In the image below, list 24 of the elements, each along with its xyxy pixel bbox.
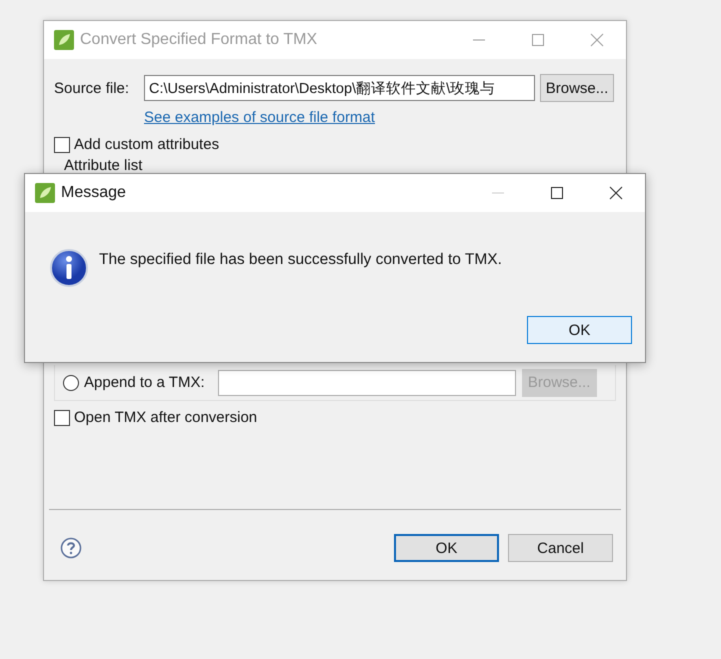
- leaf-icon: [35, 183, 55, 203]
- radio-label: Append to a TMX:: [84, 374, 205, 391]
- help-icon[interactable]: [60, 537, 82, 559]
- maximize-icon[interactable]: [550, 186, 564, 200]
- close-icon[interactable]: [609, 186, 623, 200]
- ok-button[interactable]: OK: [527, 316, 632, 344]
- leaf-icon: [54, 30, 74, 50]
- checkbox-label: Add custom attributes: [74, 136, 220, 153]
- attribute-list-label: Attribute list: [64, 157, 144, 175]
- browse-button[interactable]: Browse...: [540, 74, 614, 102]
- tmx-field[interactable]: [218, 370, 516, 396]
- info-icon: [49, 248, 89, 288]
- checkbox[interactable]: [54, 410, 70, 426]
- examples-link[interactable]: See examples of source file format: [144, 109, 375, 126]
- dialog-button[interactable]: OK: [394, 534, 499, 562]
- message-text: The specified file has been successfully converted to TMX.: [99, 251, 502, 269]
- source-file-field[interactable]: C:\Users\Administrator\Desktop\翻译软件文献\玫瑰与: [144, 75, 535, 101]
- source-file-label: Source file:: [54, 80, 130, 96]
- window-title: Convert Specified Format to TMX: [80, 31, 318, 49]
- dialog-button[interactable]: Cancel: [508, 534, 613, 562]
- window-title: Message: [61, 184, 126, 202]
- checkbox-label: Open TMX after conversion: [74, 409, 258, 426]
- checkbox[interactable]: [54, 136, 70, 152]
- radio-button[interactable]: [63, 374, 79, 390]
